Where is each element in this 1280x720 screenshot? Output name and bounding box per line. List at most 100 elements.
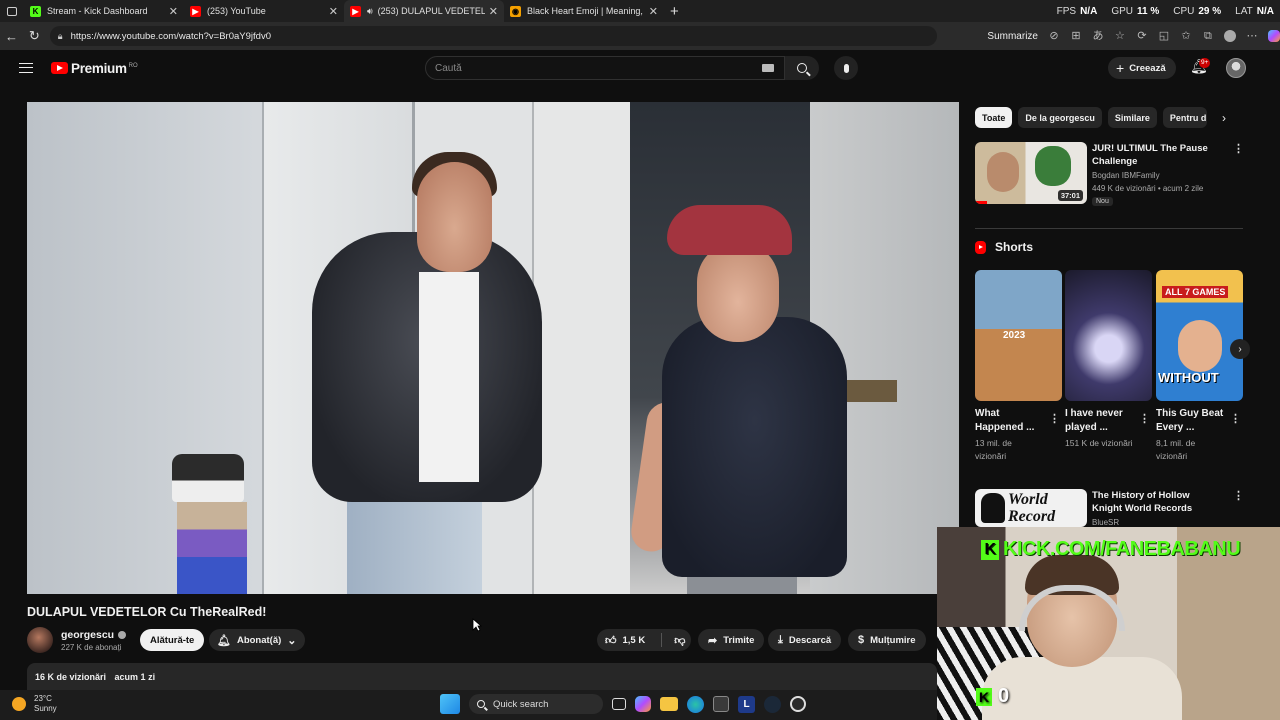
video-thumbnail[interactable]: World Record	[975, 489, 1087, 527]
short-item[interactable]: 2023 What Happened ... 13 mil. de vizion…	[975, 270, 1062, 463]
reader-icon[interactable]: ⊘	[1048, 30, 1060, 42]
channel-name[interactable]: BlueSR	[1092, 518, 1232, 527]
user-avatar[interactable]	[1226, 58, 1246, 78]
edge-browser-icon[interactable]	[687, 695, 704, 713]
subscribed-button[interactable]: 🔔︎ Abonat(ă) ⌄	[209, 629, 305, 651]
search-placeholder: Caută	[435, 62, 462, 74]
download-button[interactable]: ⤓ Descarcă	[768, 629, 842, 651]
video-title: DULAPUL VEDETELOR Cu TheRealRed!	[27, 605, 267, 619]
quick-search-box[interactable]: Quick search	[469, 694, 603, 714]
obs-icon[interactable]	[790, 696, 806, 712]
more-options-icon[interactable]: ⋮	[1049, 412, 1060, 425]
short-title[interactable]: I have never played ...	[1065, 407, 1135, 435]
chip-all[interactable]: Toate	[975, 107, 1013, 128]
more-options-icon[interactable]: ⋮	[1233, 142, 1244, 155]
like-count[interactable]: 1,5 K	[623, 635, 646, 646]
back-arrow-icon[interactable]: ←	[0, 29, 23, 44]
search-icon	[477, 700, 485, 708]
short-title[interactable]: What Happened ...	[975, 407, 1045, 435]
short-item[interactable]: ALL 7 GAMES WITHOUT This Guy Beat Every …	[1156, 270, 1243, 463]
more-options-icon[interactable]: ⋮	[1233, 489, 1244, 502]
emoji-site-icon: ◉	[510, 5, 521, 17]
gpu-value: 11 %	[1136, 5, 1160, 17]
apps-icon[interactable]: ⊞	[1070, 30, 1082, 42]
refresh-icon[interactable]: ↻	[23, 28, 46, 44]
search-input[interactable]: Caută	[425, 56, 785, 80]
create-button[interactable]: + Creează	[1108, 57, 1176, 79]
short-item[interactable]: I have never played ... 151 K de vizionă…	[1065, 270, 1152, 450]
menu-hamburger-icon[interactable]	[19, 63, 33, 73]
channel-avatar[interactable]	[27, 627, 53, 653]
extension-icon[interactable]: ⟳	[1136, 30, 1148, 42]
kick-url-banner: K KICK.COM/FANEBABANU	[981, 538, 1241, 561]
video-title[interactable]: JUR! ULTIMUL The Pause Challenge	[1092, 142, 1222, 168]
tab-kick-dashboard[interactable]: K Stream - Kick Dashboard ✕	[24, 0, 184, 22]
recommended-video[interactable]: 37:01 JUR! ULTIMUL The Pause Challenge B…	[975, 142, 1244, 206]
channel-name[interactable]: Bogdan IBMFamily	[1092, 171, 1232, 180]
profile-avatar[interactable]	[1223, 30, 1236, 42]
video-title[interactable]: The History of Hollow Knight World Recor…	[1092, 489, 1222, 515]
thanks-button[interactable]: $ Mulțumire	[848, 629, 926, 651]
close-tab-icon[interactable]: ✕	[169, 5, 178, 18]
steam-icon[interactable]	[764, 695, 781, 713]
share-button[interactable]: ➦ Trimite	[698, 629, 765, 651]
youtube-premium-logo[interactable]: Premium RO	[51, 61, 138, 76]
more-menu-icon[interactable]: ⋯	[1246, 30, 1258, 42]
video-player[interactable]	[27, 102, 959, 594]
tab-youtube-video[interactable]: ▶ 🔊︎ (253) DULAPUL VEDETELOR ✕	[344, 0, 504, 22]
join-button[interactable]: Alătură-te	[140, 629, 205, 651]
address-bar[interactable]: 🔒︎ https://www.youtube.com/watch?v=Br0aY…	[49, 26, 938, 46]
shorts-next-arrow-icon[interactable]: ›	[1230, 339, 1250, 359]
weather-widget[interactable]: 23°C Sunny	[12, 694, 57, 714]
window-menu-icon[interactable]	[0, 0, 24, 22]
chevron-down-icon: ⌄	[287, 634, 297, 647]
translate-icon[interactable]: あ	[1092, 30, 1104, 42]
tab-title: (253) YouTube	[207, 6, 266, 16]
channel-name-row[interactable]: georgescu	[61, 629, 127, 641]
more-options-icon[interactable]: ⋮	[1230, 412, 1241, 425]
collections-icon[interactable]: ⧉	[1202, 30, 1214, 42]
notification-badge: 9+	[1199, 58, 1211, 68]
new-tab-button[interactable]: +	[670, 3, 679, 20]
microsoft-store-icon[interactable]	[713, 696, 729, 712]
channel-name[interactable]: georgescu	[61, 629, 114, 641]
chip-similar[interactable]: Similare	[1107, 107, 1157, 128]
windows-start-icon[interactable]	[440, 694, 460, 714]
copilot-icon[interactable]	[1267, 30, 1280, 42]
summarize-button[interactable]: Summarize	[987, 31, 1038, 42]
keyboard-icon[interactable]	[762, 64, 774, 72]
logo-text: Premium	[71, 60, 127, 76]
file-explorer-icon[interactable]	[660, 697, 678, 711]
close-tab-icon[interactable]: ✕	[329, 5, 338, 18]
tab-black-heart-emoji[interactable]: ◉ Black Heart Emoji | Meaning, ✕	[504, 0, 664, 22]
site-info-icon[interactable]: 🔒︎	[58, 31, 63, 42]
like-icon[interactable]: 👍︎	[605, 634, 617, 647]
short-thumbnail[interactable]	[1065, 270, 1152, 401]
video-thumbnail[interactable]: 37:01	[975, 142, 1087, 204]
speaker-icon[interactable]: 🔊︎	[367, 6, 373, 17]
favorites-icon[interactable]: ✩	[1180, 30, 1192, 42]
weather-condition: Sunny	[34, 704, 57, 713]
copilot-taskbar-icon[interactable]	[635, 696, 651, 712]
favorite-star-icon[interactable]: ☆	[1114, 30, 1126, 42]
chevron-right-icon[interactable]: ›	[1222, 111, 1226, 125]
recommended-video[interactable]: World Record The History of Hollow Knigh…	[975, 489, 1244, 527]
chip-for-you[interactable]: Pentru d	[1162, 107, 1207, 128]
tab-youtube-home[interactable]: ▶ (253) YouTube ✕	[184, 0, 344, 22]
launcher-l-icon[interactable]: L	[738, 695, 755, 713]
more-options-icon[interactable]: ⋮	[1139, 412, 1150, 425]
dislike-icon[interactable]: 👎︎	[674, 634, 685, 647]
split-screen-icon[interactable]: ◱	[1158, 30, 1170, 42]
browser-tab-strip: K Stream - Kick Dashboard ✕ ▶ (253) YouT…	[0, 0, 1280, 22]
quick-search-label: Quick search	[493, 698, 549, 710]
task-view-icon[interactable]	[612, 698, 626, 710]
short-title[interactable]: This Guy Beat Every ...	[1156, 407, 1226, 435]
close-tab-icon[interactable]: ✕	[649, 5, 658, 18]
short-thumbnail[interactable]: 2023	[975, 270, 1062, 401]
new-badge: Nou	[1092, 197, 1113, 206]
short-thumbnail[interactable]: ALL 7 GAMES WITHOUT	[1156, 270, 1243, 401]
voice-search-button[interactable]	[834, 56, 858, 80]
search-button[interactable]	[785, 56, 819, 80]
chip-from-channel[interactable]: De la georgescu	[1018, 107, 1102, 128]
close-tab-icon[interactable]: ✕	[489, 5, 498, 18]
